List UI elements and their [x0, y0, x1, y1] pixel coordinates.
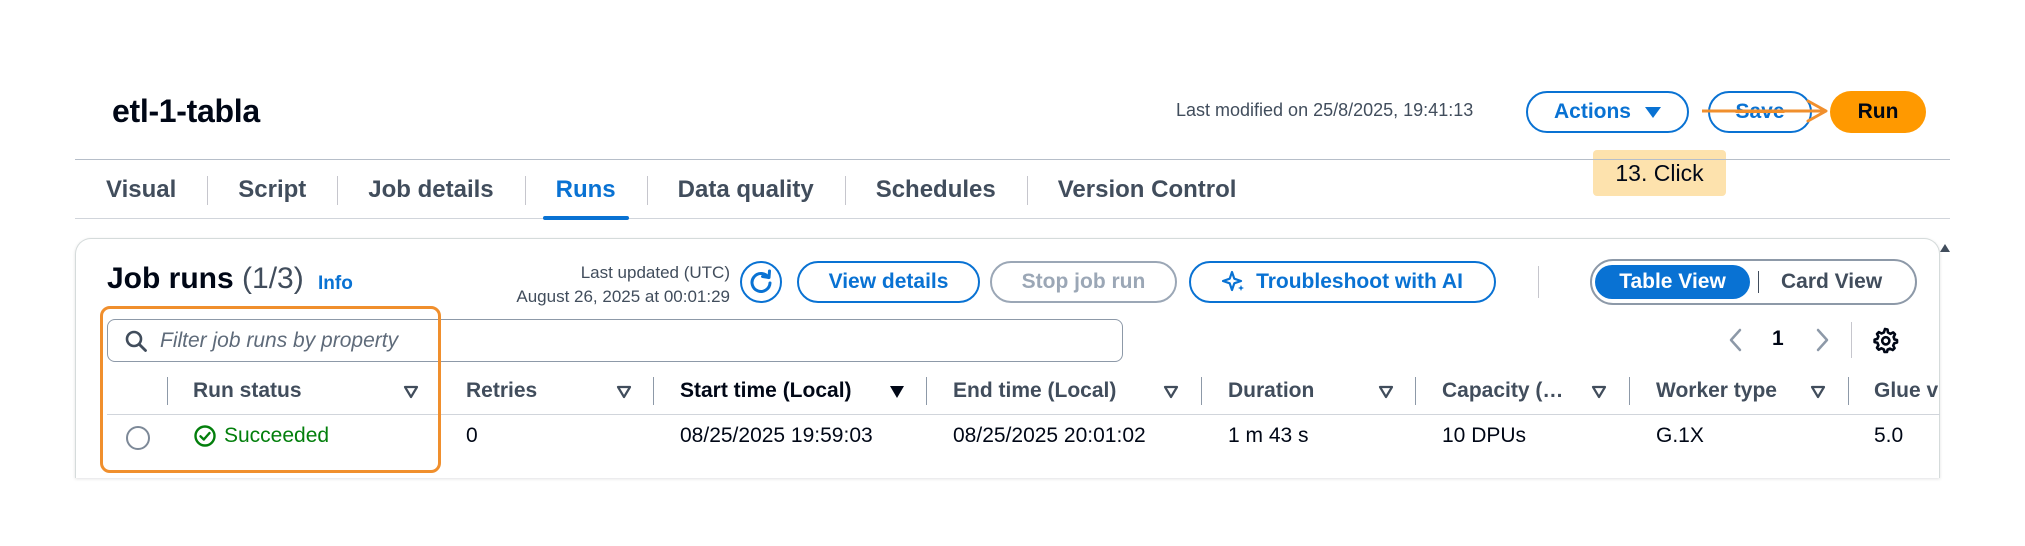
cell-glue-version: 5.0 — [1874, 424, 1904, 447]
job-name-title: etl-1-tabla — [112, 93, 260, 129]
column-divider — [1848, 377, 1849, 405]
job-runs-count: (1/3) — [242, 262, 304, 295]
last-updated-label: Last updated (UTC) — [580, 263, 730, 282]
view-details-label: View details — [828, 270, 949, 293]
column-header-capacity[interactable]: Capacity (… — [1442, 376, 1563, 406]
tab-version-control[interactable]: Version Control — [1026, 162, 1268, 219]
tab-label: Runs — [555, 176, 616, 203]
refresh-button[interactable] — [740, 261, 782, 303]
column-divider — [653, 377, 654, 405]
settings-gear-icon[interactable] — [1871, 326, 1899, 354]
next-page-icon[interactable] — [1812, 324, 1832, 356]
sort-icon[interactable] — [1810, 385, 1826, 399]
refresh-icon — [750, 269, 772, 293]
run-button[interactable]: Run — [1830, 91, 1926, 133]
run-button-label: Run — [1857, 100, 1899, 123]
annotation-highlight-box — [100, 306, 441, 473]
column-divider — [1201, 377, 1202, 405]
column-header-retries[interactable]: Retries — [466, 376, 537, 406]
actions-button[interactable]: Actions — [1526, 91, 1689, 133]
sort-icon[interactable] — [1163, 385, 1179, 399]
troubleshoot-label: Troubleshoot with AI — [1256, 270, 1463, 293]
info-link[interactable]: Info — [318, 273, 353, 295]
column-header-start-time[interactable]: Start time (Local) — [680, 376, 852, 406]
tab-label: Script — [238, 176, 307, 203]
cell-duration: 1 m 43 s — [1228, 424, 1309, 447]
sort-icon[interactable] — [1378, 385, 1394, 399]
cell-capacity: 10 DPUs — [1442, 424, 1527, 447]
header-divider — [75, 159, 1950, 160]
last-updated-value: August 26, 2025 at 00:01:29 — [516, 287, 730, 306]
last-modified-text: Last modified on 25/8/2025, 19:41:13 — [1176, 100, 1474, 120]
column-header-worker-type[interactable]: Worker type — [1656, 376, 1777, 406]
scroll-up-icon[interactable] — [1940, 244, 1950, 252]
job-runs-heading: Job runs (1/3) — [107, 262, 304, 296]
job-tabs: Visual Script Job details Runs Data qual… — [75, 162, 1950, 220]
toggle-divider — [1758, 271, 1759, 293]
column-header-end-time[interactable]: End time (Local) — [953, 376, 1116, 406]
caret-down-icon — [1645, 106, 1661, 118]
tab-script[interactable]: Script — [207, 162, 337, 219]
job-runs-title: Job runs — [107, 262, 234, 295]
cell-retries: 0 — [466, 424, 478, 447]
column-divider — [1629, 377, 1630, 405]
annotation-arrow-icon — [1702, 99, 1828, 123]
column-divider — [1415, 377, 1416, 405]
toolbar-divider — [1538, 266, 1539, 298]
view-details-button[interactable]: View details — [797, 261, 980, 303]
troubleshoot-with-ai-button[interactable]: Troubleshoot with AI — [1189, 261, 1496, 303]
cell-start-time: 08/25/2025 19:59:03 — [680, 424, 873, 447]
current-page-number[interactable]: 1 — [1772, 327, 1784, 351]
tab-visual[interactable]: Visual — [75, 162, 207, 219]
cell-worker-type: G.1X — [1656, 424, 1704, 447]
tab-job-details[interactable]: Job details — [337, 162, 524, 219]
card-view-toggle[interactable]: Card View — [1767, 270, 1882, 294]
stop-job-run-label: Stop job run — [1021, 270, 1146, 293]
column-divider — [926, 377, 927, 405]
table-view-toggle[interactable]: Table View — [1595, 265, 1750, 299]
stop-job-run-button[interactable]: Stop job run — [990, 261, 1177, 303]
tab-runs[interactable]: Runs — [524, 162, 647, 220]
pager-divider — [1851, 322, 1852, 358]
tab-schedules[interactable]: Schedules — [844, 162, 1027, 219]
actions-button-label: Actions — [1553, 100, 1631, 123]
tab-label: Schedules — [875, 176, 996, 203]
tab-label: Version Control — [1057, 176, 1237, 203]
column-header-duration[interactable]: Duration — [1228, 376, 1314, 406]
sort-descending-icon[interactable] — [889, 385, 905, 399]
tab-label: Job details — [368, 176, 494, 203]
last-updated: Last updated (UTC) August 26, 2025 at 00… — [470, 261, 730, 309]
tab-data-quality[interactable]: Data quality — [646, 162, 845, 219]
sparkle-icon — [1222, 270, 1245, 292]
sort-icon[interactable] — [1591, 385, 1607, 399]
view-toggle: Table View Card View — [1590, 259, 1917, 305]
tab-label: Data quality — [677, 176, 814, 203]
tab-label: Visual — [106, 176, 177, 203]
sort-icon[interactable] — [616, 385, 632, 399]
cell-end-time: 08/25/2025 20:01:02 — [953, 424, 1146, 447]
column-header-glue-version[interactable]: Glue v — [1874, 376, 1938, 406]
previous-page-icon[interactable] — [1726, 324, 1746, 356]
